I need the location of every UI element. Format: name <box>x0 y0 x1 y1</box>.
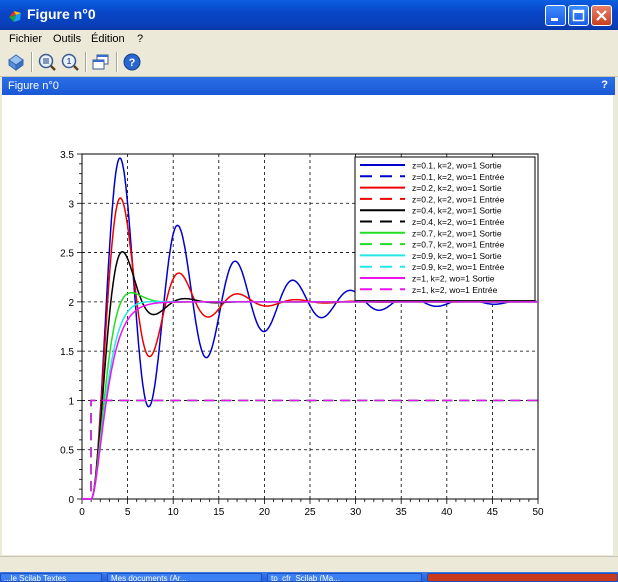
legend-entry: z=0.9, k=2, wo=1 Sortie <box>412 251 502 261</box>
toolbar: 1 ? <box>0 48 618 77</box>
x-tick-label: 5 <box>125 507 131 518</box>
legend-entry: z=1, k=2, wo=1 Sortie <box>412 274 495 284</box>
figure-help-button[interactable]: ? <box>601 79 608 91</box>
close-icon[interactable] <box>591 5 612 26</box>
zoom-in-icon[interactable] <box>36 51 58 73</box>
legend-entry: z=0.7, k=2, wo=1 Sortie <box>412 228 502 238</box>
x-tick-label: 50 <box>532 507 544 518</box>
minimize-icon[interactable] <box>545 5 566 26</box>
svg-text:?: ? <box>129 57 136 69</box>
x-tick-label: 35 <box>396 507 408 518</box>
figure-label: Figure n°0 <box>8 80 59 92</box>
line-chart: 0 5 10 15 20 25 30 35 40 45 50 0 0.5 1 1.5 2 2.5 3 3.5 z=0.… <box>60 150 544 518</box>
y-tick-label: 3.5 <box>60 150 74 161</box>
new-window-icon[interactable] <box>90 51 112 73</box>
legend-entry: z=0.4, k=2, wo=1 Sortie <box>412 206 502 216</box>
menu-fichier[interactable]: Fichier <box>9 33 42 45</box>
menu-outils[interactable]: Outils <box>53 33 81 45</box>
y-tick-label: 2 <box>68 298 74 309</box>
y-tick-label: 1 <box>68 396 74 407</box>
menu-help[interactable]: ? <box>137 33 143 45</box>
x-tick-label: 20 <box>259 507 271 518</box>
y-tick-label: 3 <box>68 199 74 210</box>
legend-entry: z=0.2, k=2, wo=1 Entrée <box>412 194 505 204</box>
taskbar-item[interactable] <box>427 573 618 582</box>
x-tick-label: 40 <box>441 507 453 518</box>
y-tick-label: 2.5 <box>60 249 74 260</box>
title-bar: Figure n°0 <box>0 0 618 30</box>
y-tick-label: 0.5 <box>60 446 74 457</box>
legend-entry: z=0.7, k=2, wo=1 Entrée <box>412 240 505 250</box>
status-bar <box>0 556 618 573</box>
menu-bar: Fichier Outils Édition ? <box>0 30 618 48</box>
legend-entry: z=0.2, k=2, wo=1 Sortie <box>412 183 502 193</box>
y-tick-label: 1.5 <box>60 347 74 358</box>
x-tick-label: 25 <box>304 507 316 518</box>
toolbar-separator <box>116 52 118 72</box>
x-tick-label: 30 <box>350 507 362 518</box>
legend-entry: z=0.1, k=2, wo=1 Entrée <box>412 172 505 182</box>
legend-entry: z=1, k=2, wo=1 Entrée <box>412 285 498 295</box>
legend-entry: z=0.9, k=2, wo=1 Entrée <box>412 262 505 272</box>
toolbar-separator <box>85 52 87 72</box>
taskbar-item[interactable]: tp_cfr_Scilab (Ma... <box>267 573 422 582</box>
toolbar-separator <box>31 52 33 72</box>
legend-entry: z=0.1, k=2, wo=1 Sortie <box>412 161 502 171</box>
x-tick-label: 15 <box>213 507 225 518</box>
menu-edition[interactable]: Édition <box>91 33 125 45</box>
figure-header: Figure n°0 ? <box>2 77 615 95</box>
window-title: Figure n°0 <box>27 6 96 22</box>
taskbar-item[interactable]: Mes documents (Ar... <box>107 573 262 582</box>
zoom-reset-icon[interactable]: 1 <box>59 51 81 73</box>
taskbar-item[interactable]: ...le Scilab Textes <box>0 573 102 582</box>
x-tick-label: 45 <box>487 507 499 518</box>
legend-entry: z=0.4, k=2, wo=1 Entrée <box>412 217 505 227</box>
scilab-icon <box>9 11 21 22</box>
maximize-icon[interactable] <box>568 5 589 26</box>
rotate-icon[interactable] <box>5 51 27 73</box>
help-icon[interactable]: ? <box>121 51 143 73</box>
svg-text:1: 1 <box>67 57 72 66</box>
figure-canvas: 0 5 10 15 20 25 30 35 40 45 50 0 0.5 1 1.5 2 2.5 3 3.5 z=0.… <box>2 95 613 555</box>
x-tick-label: 0 <box>79 507 85 518</box>
x-tick-label: 10 <box>168 507 180 518</box>
y-tick-label: 0 <box>68 495 74 506</box>
